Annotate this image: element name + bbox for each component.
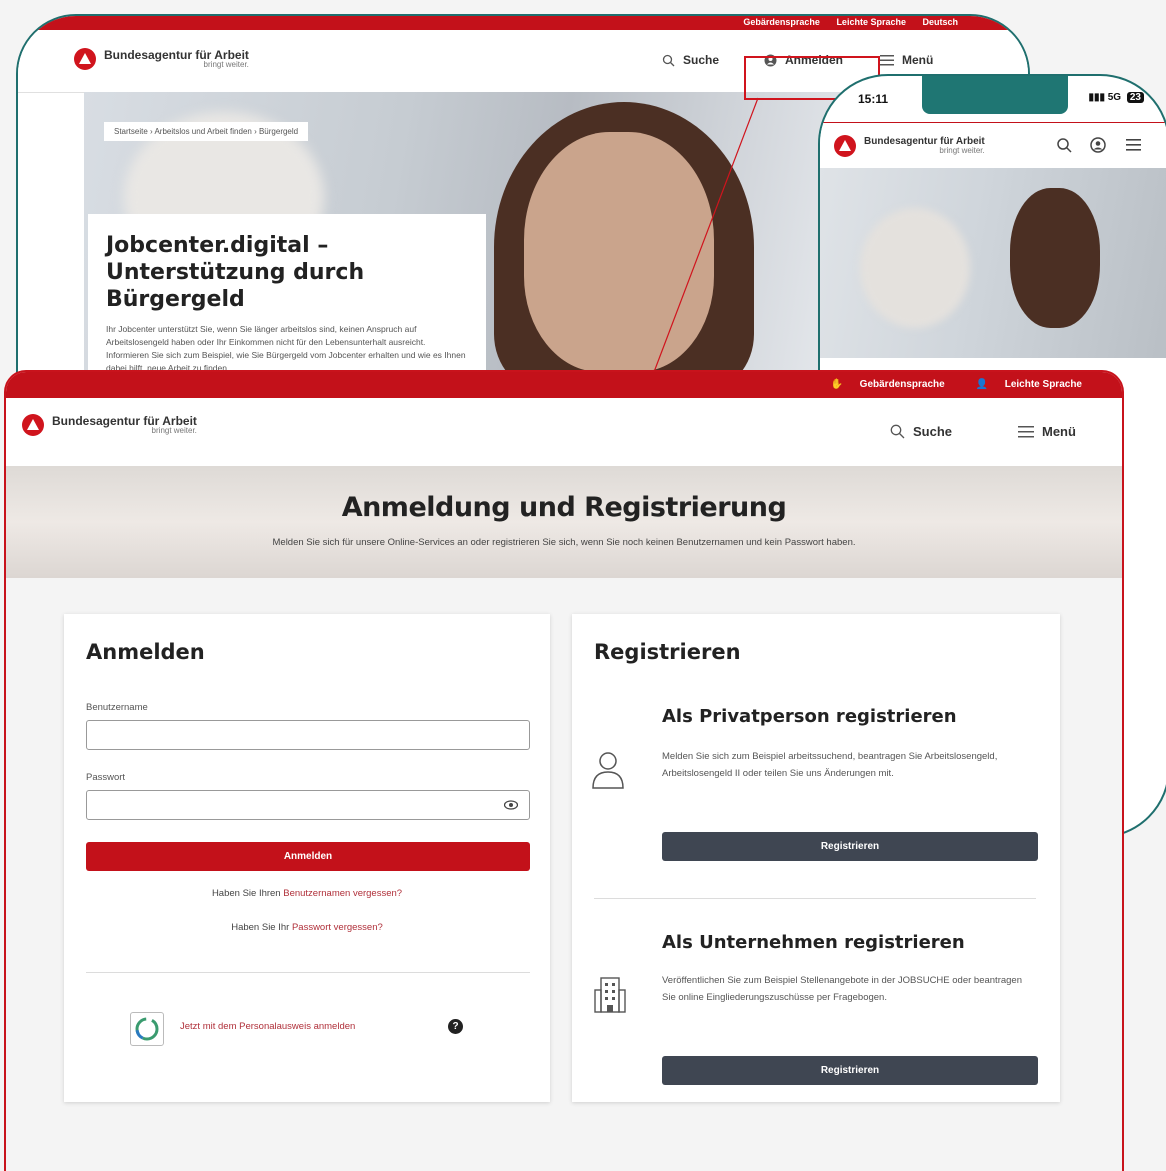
callout-connector-line bbox=[653, 97, 759, 373]
company-register-title: Als Unternehmen registrieren bbox=[662, 932, 965, 953]
forgot-username-text: Haben Sie Ihren Benutzernamen vergessen? bbox=[211, 888, 403, 899]
building-icon bbox=[594, 977, 626, 1013]
help-icon[interactable]: ? bbox=[448, 1019, 463, 1034]
hand-icon: ✋ bbox=[830, 379, 846, 390]
register-card: Registrieren Als Privatperson registrier… bbox=[572, 614, 1060, 1102]
private-register-title: Als Privatperson registrieren bbox=[662, 706, 957, 727]
page-intro: Melden Sie sich für unsere Online-Servic… bbox=[272, 537, 856, 548]
private-register-button[interactable]: Registrieren bbox=[662, 832, 1038, 861]
forgot-username-link[interactable]: Benutzernamen vergessen? bbox=[283, 888, 402, 899]
person-outline-icon bbox=[592, 752, 624, 789]
menu-button[interactable]: Menü bbox=[1018, 424, 1076, 439]
menu-label: Menü bbox=[1042, 424, 1076, 439]
show-password-eye-icon[interactable] bbox=[504, 800, 518, 810]
private-register-text: Melden Sie sich zum Beispiel arbeitssuch… bbox=[662, 751, 998, 779]
username-label: Benutzername bbox=[86, 702, 148, 713]
search-button[interactable]: Suche bbox=[890, 424, 952, 439]
logo-tagline: bringt weiter. bbox=[151, 426, 197, 435]
login-card: Anmelden Benutzername Passwort Anmelden … bbox=[64, 614, 550, 1102]
forgot-password-text: Haben Sie Ihr Passwort vergessen? bbox=[231, 922, 383, 933]
password-input[interactable] bbox=[86, 790, 530, 820]
login-title: Anmelden bbox=[86, 640, 205, 664]
top-service-bar: ✋ Gebärdensprache 👤 Leichte Sprache bbox=[6, 372, 1122, 398]
register-title: Registrieren bbox=[594, 640, 741, 664]
password-label: Passwort bbox=[86, 772, 126, 783]
page-banner: Anmeldung und Registrierung Melden Sie s… bbox=[6, 466, 1122, 578]
main-content: Anmelden Benutzername Passwort Anmelden … bbox=[6, 578, 1122, 1171]
person-icon: 👤 bbox=[975, 379, 991, 390]
company-register-button[interactable]: Registrieren bbox=[662, 1056, 1038, 1085]
hamburger-icon bbox=[1018, 425, 1034, 437]
site-header: Bundesagentur für Arbeit bringt weiter. S… bbox=[6, 398, 1122, 466]
eid-logo-icon bbox=[130, 1012, 164, 1046]
company-register-text: Veröffentlichen Sie zum Beispiel Stellen… bbox=[662, 975, 1022, 1003]
link-sign-language[interactable]: ✋ Gebärdensprache bbox=[816, 379, 944, 390]
page-title: Anmeldung und Registrierung bbox=[341, 492, 787, 523]
link-easy-language[interactable]: 👤 Leichte Sprache bbox=[962, 379, 1083, 390]
search-label: Suche bbox=[913, 424, 953, 439]
username-input[interactable] bbox=[86, 720, 530, 750]
login-page-window: ✋ Gebärdensprache 👤 Leichte Sprache Bund… bbox=[4, 370, 1124, 1171]
divider bbox=[594, 898, 1036, 899]
login-submit-button[interactable]: Anmelden bbox=[86, 842, 530, 871]
forgot-password-link[interactable]: Passwort vergessen? bbox=[292, 922, 383, 933]
divider bbox=[86, 972, 530, 973]
search-icon bbox=[890, 424, 905, 439]
logo[interactable]: Bundesagentur für Arbeit bringt weiter. bbox=[22, 414, 197, 436]
ba-logo-icon bbox=[22, 414, 44, 436]
eid-login-link[interactable]: Jetzt mit dem Personalausweis anmelden bbox=[180, 1021, 355, 1032]
